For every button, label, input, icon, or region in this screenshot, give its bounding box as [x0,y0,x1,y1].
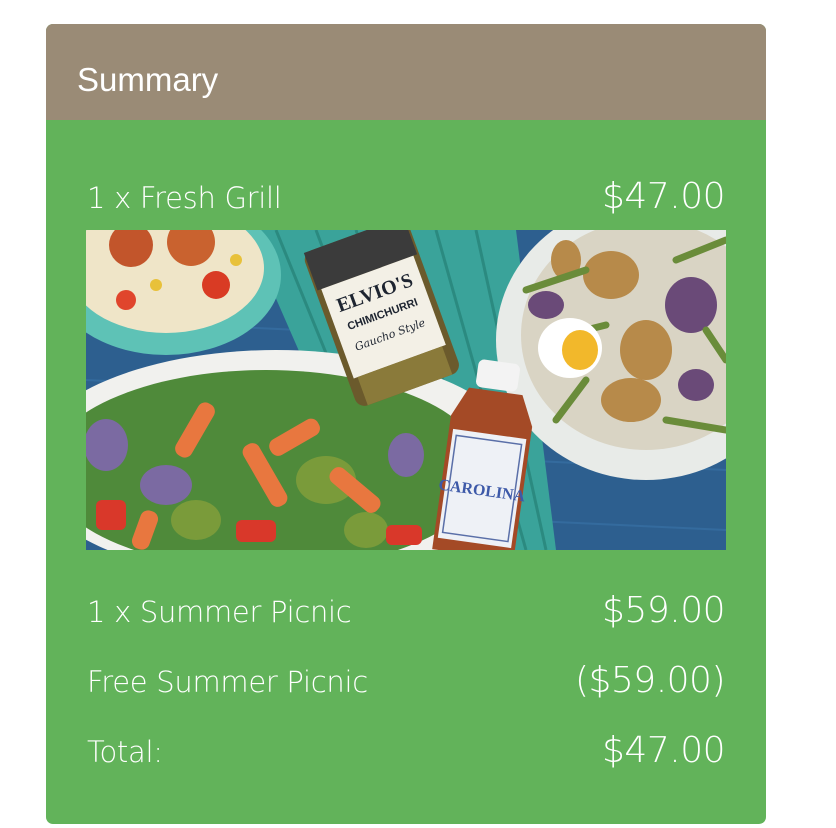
discount-price: ($59.00) [574,660,726,701]
line-item-price: $47.00 [602,176,725,217]
discount-label: Free Summer Picnic [87,665,368,699]
line-item-fresh-grill: 1 x Fresh Grill $47.00 [87,176,725,217]
line-item-free-summer-picnic: Free Summer Picnic ($59.00) [87,660,726,701]
total-price: $47.00 [602,730,725,771]
summary-title: Summary [77,61,219,98]
summary-body: 1 x Fresh Grill $47.00 ELVIO'S CHIMICHUR… [46,120,766,824]
fresh-grill-product-image: ELVIO'S CHIMICHURRI Gaucho Style CAROLIN… [86,230,726,550]
line-item-label: 1 x Fresh Grill [87,181,282,215]
summary-header: Summary [46,24,766,120]
total-row: Total: $47.00 [87,730,725,771]
line-item-price: $59.00 [602,590,725,631]
line-item-summer-picnic: 1 x Summer Picnic $59.00 [87,590,725,631]
line-item-label: 1 x Summer Picnic [87,595,352,629]
order-summary-card: Summary 1 x Fresh Grill $47.00 ELVIO'S C… [46,24,766,824]
total-label: Total: [87,735,163,769]
